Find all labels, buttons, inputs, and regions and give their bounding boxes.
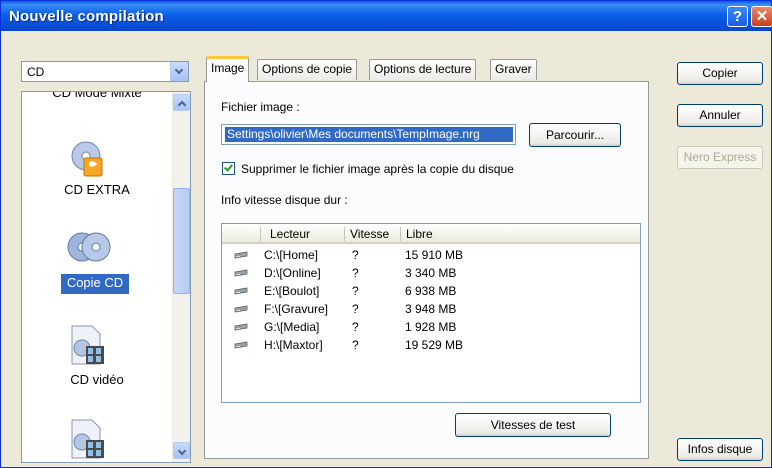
compilation-type-value: CD (27, 65, 45, 79)
hard-drive-icon (234, 287, 248, 295)
table-row[interactable]: F:\[Gravure] ? 3 948 MB (222, 301, 640, 319)
drive-speed: ? (352, 248, 359, 262)
close-icon: ✕ (755, 8, 769, 25)
drive-speed: ? (352, 266, 359, 280)
compilation-type-select[interactable]: CD (21, 61, 189, 82)
scroll-up-button[interactable] (173, 94, 190, 111)
tab-copy-options[interactable]: Options de copie (257, 59, 358, 80)
image-file-label: Fichier image : (221, 100, 300, 114)
help-icon: ? (732, 8, 743, 25)
column-divider[interactable] (400, 227, 401, 241)
column-header-drive[interactable]: Lecteur (270, 227, 310, 241)
list-item-label[interactable]: CD vidéo (22, 372, 172, 387)
list-scrollbar[interactable] (172, 92, 190, 462)
list-item-selected[interactable]: Copie CD (60, 273, 130, 295)
table-header: Lecteur Vitesse Libre (222, 224, 640, 244)
hard-drive-icon (234, 341, 248, 349)
tab-image[interactable]: Image (206, 56, 250, 82)
window-title: Nouvelle compilation (9, 8, 164, 25)
hard-drive-icon (234, 323, 248, 331)
drive-name: F:\[Gravure] (264, 302, 329, 316)
cd-extra-icon[interactable] (70, 138, 106, 178)
table-row[interactable]: D:\[Online] ? 3 340 MB (222, 265, 640, 283)
drive-free: 15 910 MB (405, 248, 464, 262)
check-icon (224, 162, 233, 172)
drive-speed: ? (352, 284, 359, 298)
image-file-input[interactable]: Settings\olivier\Mes documents\TempImage… (221, 124, 516, 145)
list-item-label[interactable]: CD Mode Mixte (22, 92, 172, 100)
drive-name: H:\[Maxtor] (264, 338, 323, 352)
drive-free: 6 938 MB (405, 284, 457, 298)
drive-name: D:\[Online] (264, 266, 321, 280)
tab-read-options[interactable]: Options de lecture (369, 59, 477, 80)
table-row[interactable]: G:\[Media] ? 1 928 MB (222, 319, 640, 337)
cancel-button[interactable]: Annuler (677, 104, 763, 127)
drive-speed: ? (352, 338, 359, 352)
cd-video-icon[interactable] (70, 324, 106, 366)
test-speeds-button[interactable]: Vitesses de test (455, 413, 611, 437)
close-button[interactable]: ✕ (751, 6, 772, 27)
help-button[interactable]: ? (727, 6, 748, 27)
scroll-thumb[interactable] (173, 188, 190, 294)
column-divider[interactable] (344, 227, 345, 241)
column-divider[interactable] (260, 227, 261, 241)
delete-image-checkbox[interactable] (222, 162, 235, 175)
table-row[interactable]: H:\[Maxtor] ? 19 529 MB (222, 337, 640, 355)
image-tab-panel: Fichier image : Settings\olivier\Mes doc… (204, 81, 649, 459)
column-header-speed[interactable]: Vitesse (350, 227, 389, 241)
cd-video-icon[interactable] (70, 418, 106, 460)
drive-speed: ? (352, 320, 359, 334)
project-type-list[interactable]: CD Mode Mixte CD EXTRA Copie CD CD vidéo (21, 91, 191, 463)
table-row[interactable]: E:\[Boulot] ? 6 938 MB (222, 283, 640, 301)
browse-button[interactable]: Parcourir... (529, 123, 621, 147)
drive-free: 19 529 MB (405, 338, 464, 352)
table-row[interactable]: C:\[Home] ? 15 910 MB (222, 247, 640, 265)
chevron-up-icon (177, 100, 187, 110)
drive-name: G:\[Media] (264, 320, 320, 334)
tab-burn[interactable]: Graver (490, 59, 537, 80)
hard-drive-icon (234, 305, 248, 313)
drive-free: 1 928 MB (405, 320, 457, 334)
disk-speed-info-label: Info vitesse disque dur : (221, 193, 348, 207)
drive-free: 3 340 MB (405, 266, 457, 280)
drive-speed: ? (352, 302, 359, 316)
delete-image-label[interactable]: Supprimer le fichier image après la copi… (241, 162, 514, 176)
chevron-down-icon (177, 446, 187, 456)
nero-express-button[interactable]: Nero Express (677, 146, 763, 169)
hard-drive-icon (234, 251, 248, 259)
hard-drive-icon (234, 269, 248, 277)
list-item-label[interactable]: CD EXTRA (22, 182, 172, 197)
chevron-down-icon (174, 65, 184, 75)
scroll-down-button[interactable] (173, 442, 190, 459)
copy-button[interactable]: Copier (677, 62, 763, 85)
title-bar[interactable]: Nouvelle compilation ? ✕ (1, 1, 772, 31)
column-header-free[interactable]: Libre (406, 227, 433, 241)
image-file-value: Settings\olivier\Mes documents\TempImage… (225, 127, 513, 142)
dropdown-button[interactable] (170, 62, 188, 81)
drive-free: 3 948 MB (405, 302, 457, 316)
disc-info-button[interactable]: Infos disque (677, 438, 763, 461)
cd-copy-icon[interactable] (66, 230, 112, 264)
dialog-window: Nouvelle compilation ? ✕ CD CD Mode Mixt… (0, 0, 772, 468)
drive-name: E:\[Boulot] (264, 284, 320, 298)
drive-name: C:\[Home] (264, 248, 319, 262)
disk-speed-table[interactable]: Lecteur Vitesse Libre C:\[Home] ? 15 910… (221, 223, 641, 403)
